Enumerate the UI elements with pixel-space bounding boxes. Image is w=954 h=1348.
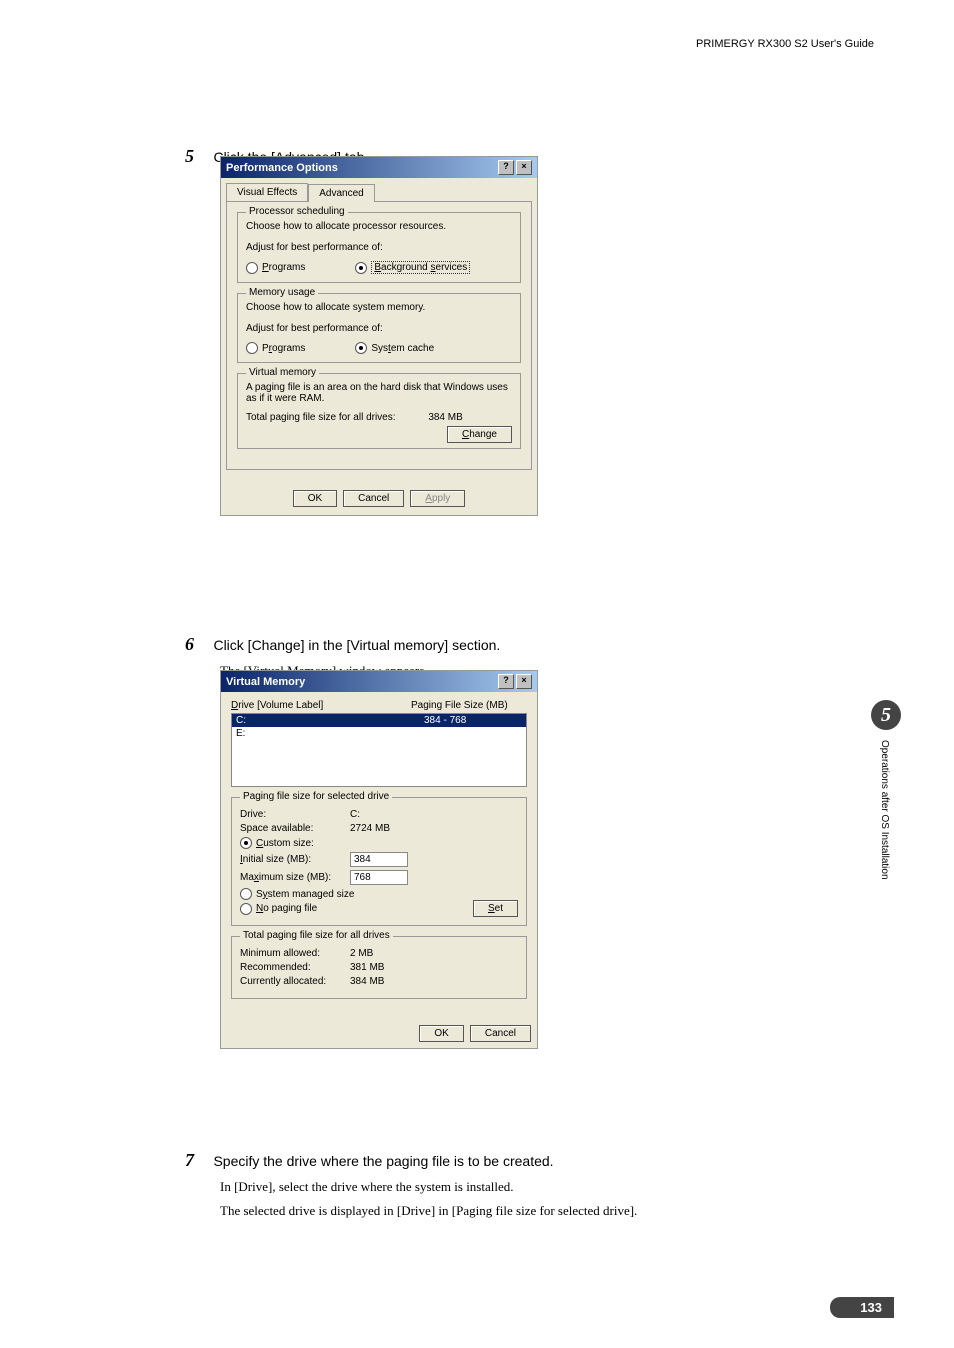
set-button[interactable]: Set xyxy=(473,900,518,917)
drive-list[interactable]: C: 384 - 768 E: xyxy=(231,713,527,787)
drive-value: C: xyxy=(350,809,360,820)
dialog-title: Performance Options xyxy=(226,162,338,174)
size-column-header: Paging File Size (MB) xyxy=(411,700,508,711)
close-icon[interactable]: × xyxy=(516,160,532,175)
drive-name: E: xyxy=(232,727,420,740)
page-number: 133 xyxy=(830,1297,894,1318)
paging-size-group: Paging file size for selected drive Driv… xyxy=(231,797,527,926)
group-label: Processor scheduling xyxy=(246,206,348,217)
group-text: Adjust for best performance of: xyxy=(246,323,512,334)
min-value: 2 MB xyxy=(350,948,373,959)
close-icon[interactable]: × xyxy=(516,674,532,689)
change-button[interactable]: Change xyxy=(447,426,512,443)
chapter-tab: 5 Operations after OS Installation xyxy=(871,700,899,880)
cur-value: 384 MB xyxy=(350,976,384,987)
radio-icon xyxy=(240,837,252,849)
space-label: Space available: xyxy=(240,823,350,834)
radio-label: System managed size xyxy=(256,889,354,900)
radio-icon xyxy=(355,342,367,354)
step-5-number: 5 xyxy=(185,146,209,167)
max-size-input[interactable]: 768 xyxy=(350,870,408,885)
group-text: Choose how to allocate processor resourc… xyxy=(246,221,512,232)
radio-label: Programs xyxy=(262,343,305,354)
radio-label: System cache xyxy=(371,343,434,354)
cancel-button[interactable]: Cancel xyxy=(470,1025,531,1042)
group-text: A paging file is an area on the hard dis… xyxy=(246,382,512,404)
total-paging-group: Total paging file size for all drives Mi… xyxy=(231,936,527,999)
rec-value: 381 MB xyxy=(350,962,384,973)
step-7-text: Specify the drive where the paging file … xyxy=(213,1153,553,1169)
drive-row-e[interactable]: E: xyxy=(232,727,526,740)
ok-button[interactable]: OK xyxy=(419,1025,463,1042)
total-label: Total paging file size for all drives: xyxy=(246,412,396,423)
radio-label: Custom size: xyxy=(256,838,314,849)
ok-button[interactable]: OK xyxy=(293,490,337,507)
virtual-memory-dialog: Virtual Memory ? × Drive [Volume Label] … xyxy=(220,670,538,1049)
step-7-subtext1: In [Drive], select the drive where the s… xyxy=(220,1179,637,1195)
radio-label: Programs xyxy=(262,262,305,273)
group-text: Choose how to allocate system memory. xyxy=(246,302,512,313)
apply-button[interactable]: Apply xyxy=(410,490,465,507)
radio-label: No paging file xyxy=(256,903,317,914)
tab-advanced[interactable]: Advanced xyxy=(308,184,374,202)
chapter-number: 5 xyxy=(871,700,901,730)
rec-label: Recommended: xyxy=(240,962,350,973)
group-text: Adjust for best performance of: xyxy=(246,242,512,253)
drive-row-c[interactable]: C: 384 - 768 xyxy=(232,714,526,727)
min-label: Minimum allowed: xyxy=(240,948,350,959)
group-label: Paging file size for selected drive xyxy=(240,791,392,802)
drive-name: C: xyxy=(232,714,420,727)
help-icon[interactable]: ? xyxy=(498,160,514,175)
initial-size-input[interactable]: 384 xyxy=(350,852,408,867)
radio-label: Background services xyxy=(371,261,470,274)
initial-label: Initial size (MB): xyxy=(240,854,350,865)
dialog-title: Virtual Memory xyxy=(226,676,305,688)
performance-options-dialog: Performance Options ? × Visual Effects A… xyxy=(220,156,538,516)
dialog-titlebar: Performance Options ? × xyxy=(221,157,537,178)
chapter-title: Operations after OS Installation xyxy=(879,740,890,880)
max-label: Maximum size (MB): xyxy=(240,872,350,883)
dialog-titlebar: Virtual Memory ? × xyxy=(221,671,537,692)
radio-programs-mem[interactable]: Programs xyxy=(246,342,305,354)
drive-size: 384 - 768 xyxy=(420,714,470,727)
radio-icon xyxy=(246,342,258,354)
radio-system-cache[interactable]: System cache xyxy=(355,342,434,354)
cancel-button[interactable]: Cancel xyxy=(343,490,404,507)
step-7-number: 7 xyxy=(185,1150,209,1171)
step-6-text: Click [Change] in the [Virtual memory] s… xyxy=(213,637,500,653)
page-header: PRIMERGY RX300 S2 User's Guide xyxy=(696,38,874,50)
memory-usage-group: Memory usage Choose how to allocate syst… xyxy=(237,293,521,363)
total-value: 384 MB xyxy=(428,412,462,423)
drive-column-header: Drive [Volume Label] xyxy=(231,700,411,711)
step-7-subtext2: The selected drive is displayed in [Driv… xyxy=(220,1203,637,1219)
drive-label: Drive: xyxy=(240,809,350,820)
virtual-memory-group: Virtual memory A paging file is an area … xyxy=(237,373,521,449)
radio-icon xyxy=(240,903,252,915)
radio-custom-size[interactable]: Custom size: xyxy=(240,837,518,849)
radio-icon xyxy=(355,262,367,274)
space-value: 2724 MB xyxy=(350,823,390,834)
group-label: Total paging file size for all drives xyxy=(240,930,393,941)
radio-background-services[interactable]: Background services xyxy=(355,261,470,274)
radio-icon xyxy=(246,262,258,274)
help-icon[interactable]: ? xyxy=(498,674,514,689)
step-6-number: 6 xyxy=(185,634,209,655)
radio-icon xyxy=(240,888,252,900)
tab-visual-effects[interactable]: Visual Effects xyxy=(226,183,308,201)
group-label: Memory usage xyxy=(246,287,318,298)
radio-programs[interactable]: Programs xyxy=(246,261,305,274)
processor-scheduling-group: Processor scheduling Choose how to alloc… xyxy=(237,212,521,283)
group-label: Virtual memory xyxy=(246,367,319,378)
radio-no-paging[interactable]: No paging file xyxy=(240,903,317,915)
cur-label: Currently allocated: xyxy=(240,976,350,987)
radio-system-managed[interactable]: System managed size xyxy=(240,888,518,900)
